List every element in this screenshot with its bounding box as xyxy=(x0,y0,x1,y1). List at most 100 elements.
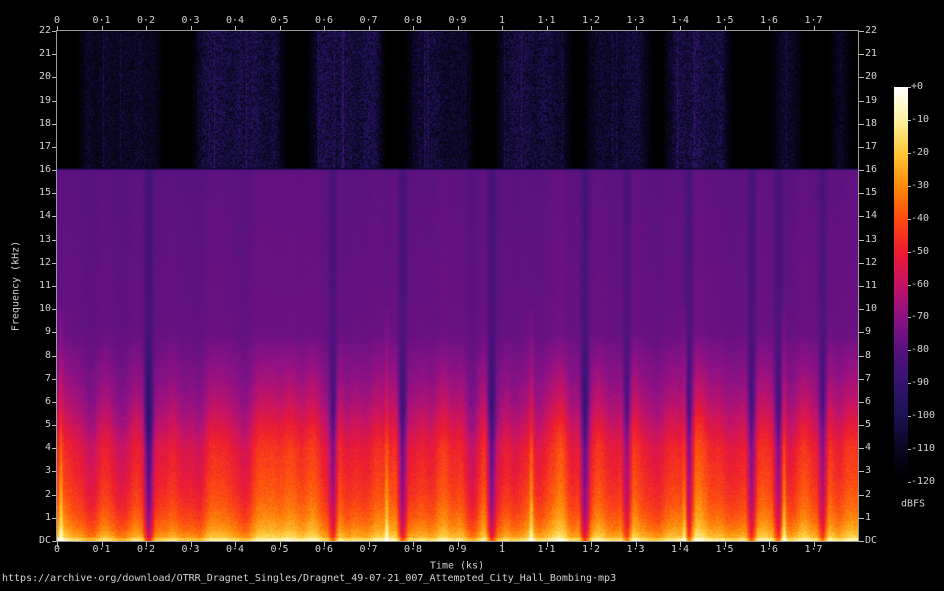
colorbar-tick-mark xyxy=(908,218,911,220)
colorbar-tick-label: -30 xyxy=(911,179,930,191)
y-tick-label-left: 20 xyxy=(38,71,51,83)
y-tick-mark-right xyxy=(859,448,864,450)
colorbar-tick-label: -80 xyxy=(911,344,930,356)
y-tick-mark-right xyxy=(859,471,864,473)
y-tick-mark-right xyxy=(859,77,864,79)
colorbar-tick-mark xyxy=(908,317,911,319)
y-tick-label-right: 9 xyxy=(865,326,872,338)
x-tick-mark-bottom xyxy=(190,542,192,547)
y-tick-label-left: 3 xyxy=(44,465,51,477)
y-tick-mark-right xyxy=(859,239,864,241)
x-tick-mark-bottom xyxy=(413,542,414,547)
y-tick-label-left: 19 xyxy=(38,94,51,106)
colorbar-tick-mark xyxy=(908,383,911,385)
colorbar-tick-label: -60 xyxy=(911,278,930,290)
y-tick-label-right: 17 xyxy=(865,140,878,152)
y-tick-mark-right xyxy=(859,541,864,542)
y-tick-mark-right xyxy=(859,193,864,195)
y-tick-label-left: 8 xyxy=(44,349,51,361)
y-tick-label-right: 3 xyxy=(865,465,872,477)
y-tick-mark-right xyxy=(859,262,864,264)
y-tick-label-left: 22 xyxy=(38,25,51,36)
y-tick-mark-right xyxy=(859,425,864,427)
y-tick-label-left: 9 xyxy=(44,326,51,338)
x-tick-mark-bottom xyxy=(546,542,548,547)
y-tick-mark-right xyxy=(859,216,864,218)
colorbar-tick-label: -10 xyxy=(911,113,930,125)
colorbar-tick-mark xyxy=(908,185,911,187)
colorbar-tick-label: -110 xyxy=(911,443,936,455)
y-tick-label-left: 14 xyxy=(38,210,51,222)
spectrogram-plot xyxy=(57,31,858,541)
x-tick-mark-bottom xyxy=(502,542,503,547)
y-tick-mark-right xyxy=(859,170,864,172)
x-tick-mark-bottom xyxy=(591,542,592,547)
x-tick-mark-bottom xyxy=(235,542,236,547)
x-tick-mark-bottom xyxy=(680,542,681,547)
y-tick-label-left: 12 xyxy=(38,256,51,268)
x-tick-mark-bottom xyxy=(724,542,726,547)
colorbar-tick-label: -90 xyxy=(911,377,930,389)
colorbar-tick-mark xyxy=(908,350,911,352)
colorbar-tick-label: -100 xyxy=(911,410,936,422)
colorbar-tick-mark xyxy=(908,482,911,483)
y-tick-label-right: 21 xyxy=(865,48,878,60)
y-tick-mark-right xyxy=(859,378,864,380)
y-tick-label-right: 12 xyxy=(865,256,878,268)
y-tick-mark-right xyxy=(859,309,864,311)
x-tick-mark-bottom xyxy=(101,542,103,547)
y-tick-label-left: 15 xyxy=(38,187,51,199)
y-tick-mark-right xyxy=(859,54,864,56)
y-tick-label-left: 16 xyxy=(38,164,51,176)
y-tick-label-left: DC xyxy=(38,535,51,546)
y-tick-label-right: 8 xyxy=(865,349,872,361)
x-tick-mark-bottom xyxy=(769,542,770,547)
y-tick-label-left: 1 xyxy=(44,511,51,523)
y-tick-label-left: 6 xyxy=(44,395,51,407)
plot-frame xyxy=(56,30,859,542)
colorbar-tick-label: -120 xyxy=(911,476,936,487)
colorbar-tick-mark xyxy=(908,449,911,451)
colorbar-tick-label: +0 xyxy=(911,81,924,92)
y-tick-label-right: 6 xyxy=(865,395,872,407)
x-tick-mark-bottom xyxy=(279,542,281,547)
y-tick-mark-right xyxy=(859,355,864,357)
y-tick-mark-right xyxy=(859,31,864,32)
y-tick-label-right: 5 xyxy=(865,419,872,431)
colorbar-tick-mark xyxy=(908,416,911,418)
y-tick-mark-right xyxy=(859,517,864,519)
y-tick-mark-right xyxy=(859,494,864,496)
y-tick-label-right: 11 xyxy=(865,280,878,291)
y-tick-label-right: 18 xyxy=(865,117,878,129)
y-tick-label-left: 7 xyxy=(44,372,51,384)
y-tick-label-right: DC xyxy=(865,535,878,546)
x-tick-mark-bottom xyxy=(457,542,459,547)
x-axis-title: Time (ks) xyxy=(429,560,485,572)
x-tick-mark-bottom xyxy=(368,542,370,547)
colorbar-tick-mark xyxy=(908,284,911,286)
colorbar-tick-label: -40 xyxy=(911,212,930,224)
y-tick-label-right: 15 xyxy=(865,187,878,199)
colorbar-unit-label: dBFS xyxy=(900,498,926,510)
y-tick-label-left: 2 xyxy=(44,488,51,500)
y-tick-mark-right xyxy=(859,100,864,102)
y-tick-label-left: 18 xyxy=(38,117,51,129)
y-tick-mark-right xyxy=(859,401,864,403)
colorbar-tick-mark xyxy=(908,119,911,121)
colorbar-tick-mark xyxy=(908,87,911,88)
y-tick-label-right: 19 xyxy=(865,94,878,106)
y-tick-label-right: 4 xyxy=(865,442,872,454)
source-url: https://archive·org/download/OTRR_Dragne… xyxy=(2,573,617,584)
y-tick-label-left: 13 xyxy=(38,233,51,245)
y-tick-label-left: 5 xyxy=(44,419,51,431)
y-tick-mark-right xyxy=(859,332,864,334)
y-tick-mark-right xyxy=(859,123,864,125)
y-tick-label-left: 21 xyxy=(38,48,51,60)
x-tick-mark-bottom xyxy=(635,542,637,547)
y-tick-label-left: 4 xyxy=(44,442,51,454)
colorbar-tick-label: -50 xyxy=(911,245,930,257)
y-tick-label-right: 10 xyxy=(865,303,878,315)
y-tick-mark-right xyxy=(859,286,864,287)
colorbar-tick-mark xyxy=(908,152,911,154)
colorbar-tick-label: -70 xyxy=(911,311,930,323)
